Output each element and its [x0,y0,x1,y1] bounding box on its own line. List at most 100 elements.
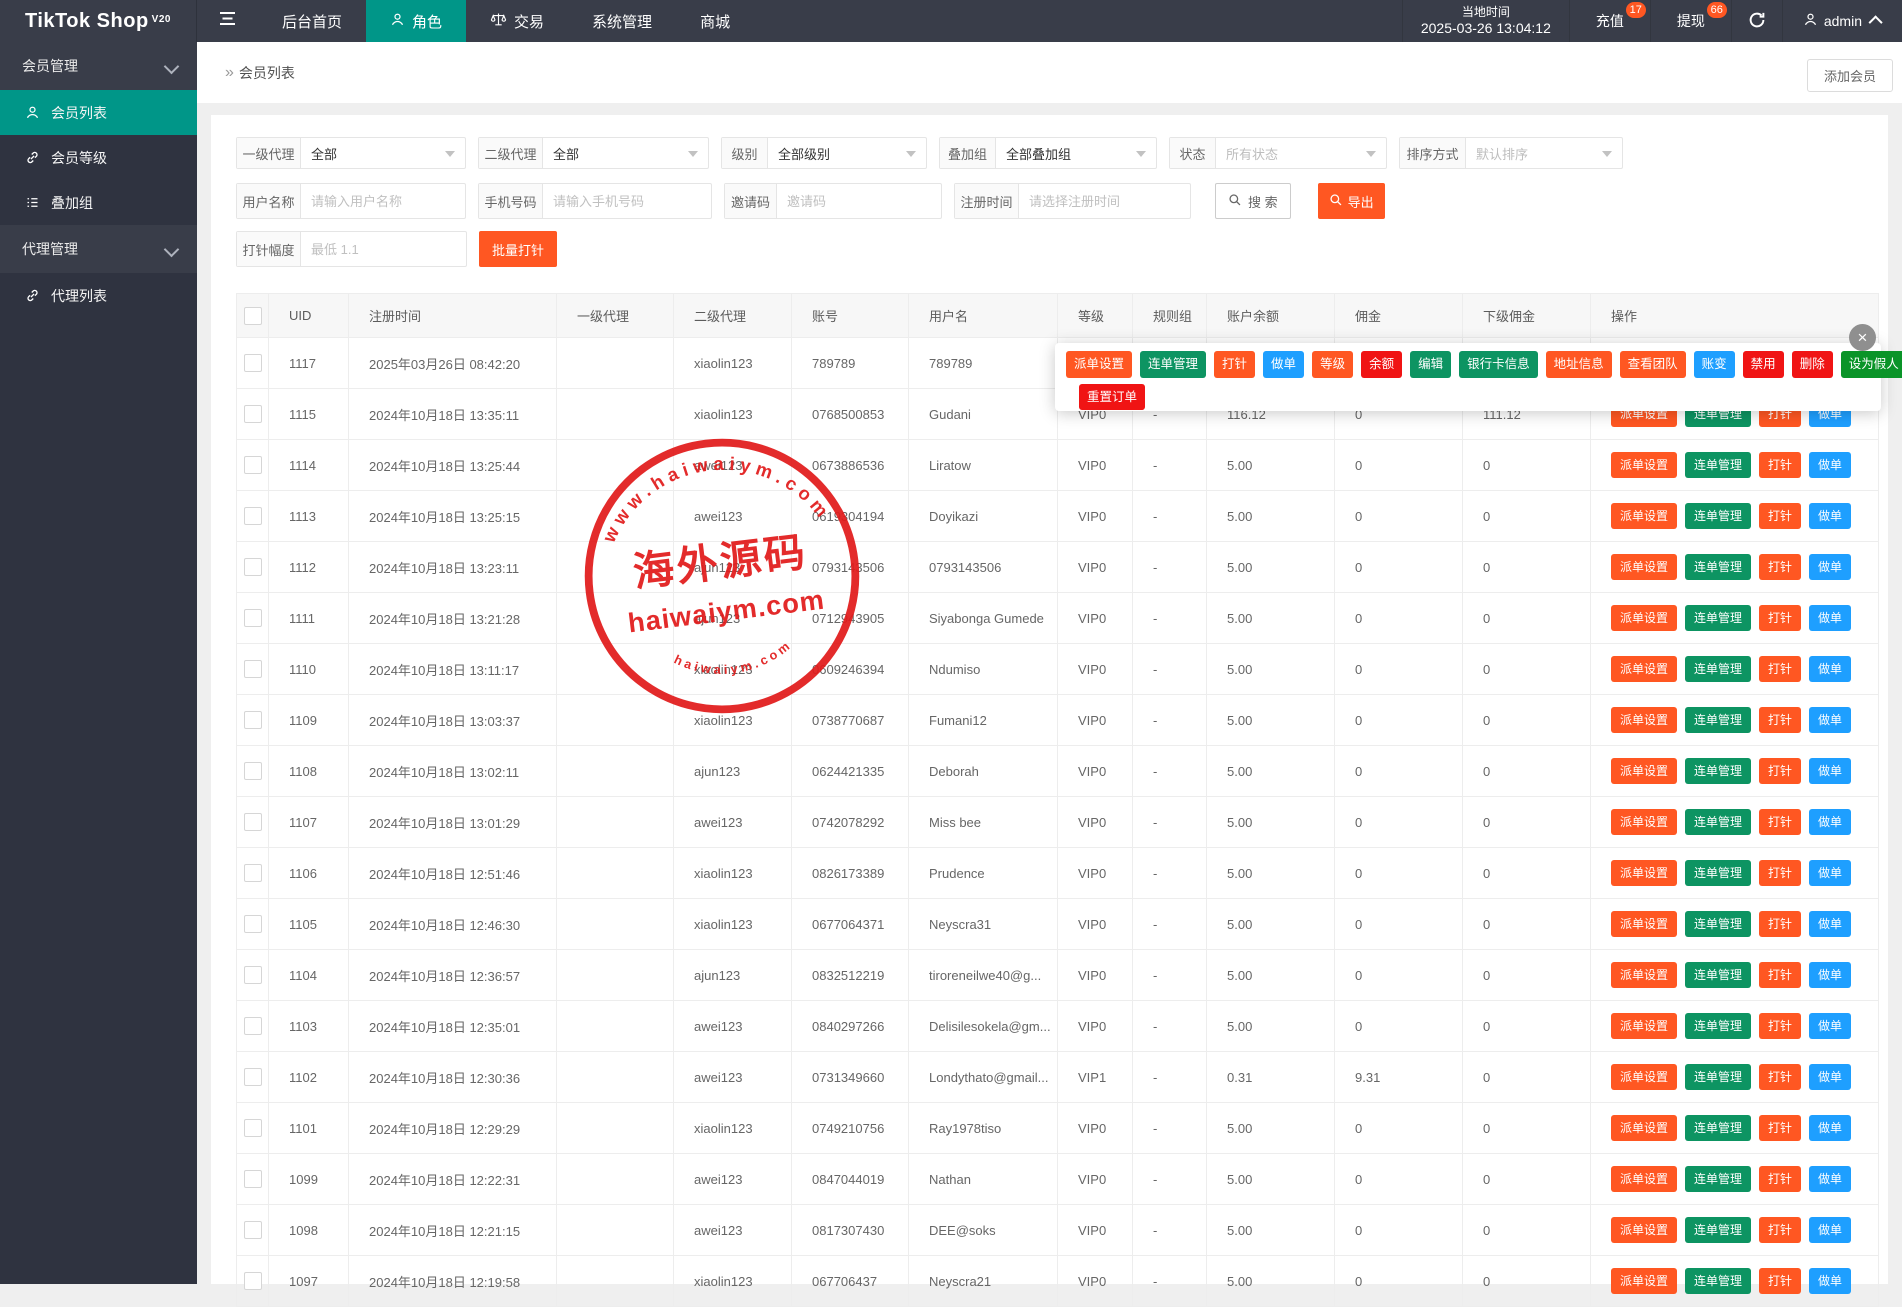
action-make-order-button[interactable]: 做单 [1809,452,1851,478]
action-dispatch-settings-button[interactable]: 派单设置 [1611,554,1677,580]
popup-balance-button[interactable]: 余额 [1361,351,1402,378]
action-chain-order-button[interactable]: 连单管理 [1685,1217,1751,1243]
action-dispatch-settings-button[interactable]: 派单设置 [1611,911,1677,937]
filter-input-field-2[interactable] [777,184,973,218]
action-chain-order-button[interactable]: 连单管理 [1685,758,1751,784]
action-inject-button[interactable]: 打针 [1759,503,1801,529]
action-inject-button[interactable]: 打针 [1759,860,1801,886]
action-make-order-button[interactable]: 做单 [1809,1115,1851,1141]
row-checkbox[interactable] [244,711,262,729]
action-dispatch-settings-button[interactable]: 派单设置 [1611,1013,1677,1039]
action-dispatch-settings-button[interactable]: 派单设置 [1611,656,1677,682]
action-dispatch-settings-button[interactable]: 派单设置 [1611,503,1677,529]
topnav-item-0[interactable]: 后台首页 [258,0,366,42]
user-menu[interactable]: admin [1782,0,1902,42]
action-inject-button[interactable]: 打针 [1759,554,1801,580]
sidebar-group-1[interactable]: 代理管理 [0,225,197,273]
action-make-order-button[interactable]: 做单 [1809,605,1851,631]
row-checkbox[interactable] [244,405,262,423]
action-inject-button[interactable]: 打针 [1759,911,1801,937]
row-checkbox[interactable] [244,558,262,576]
action-inject-button[interactable]: 打针 [1759,1064,1801,1090]
action-inject-button[interactable]: 打针 [1759,758,1801,784]
popup-dispatch-settings-button[interactable]: 派单设置 [1066,351,1132,378]
popup-edit-button[interactable]: 编辑 [1410,351,1451,378]
filter-input-field-3[interactable] [1019,184,1215,218]
action-chain-order-button[interactable]: 连单管理 [1685,1115,1751,1141]
filter-select-value[interactable]: 全部 [301,138,465,168]
row-checkbox[interactable] [244,507,262,525]
add-member-button[interactable]: 添加会员 [1807,59,1893,92]
row-checkbox[interactable] [244,354,262,372]
export-button[interactable]: 导出 [1318,183,1385,219]
filter-select-value[interactable]: 全部叠加组 [996,138,1156,168]
sidebar-item-1-0[interactable]: 代理列表 [0,273,197,318]
popup-bank-card-button[interactable]: 银行卡信息 [1459,351,1538,378]
action-dispatch-settings-button[interactable]: 派单设置 [1611,1268,1677,1294]
popup-delete-button[interactable]: 删除 [1792,351,1833,378]
action-inject-button[interactable]: 打针 [1759,962,1801,988]
filter-select-value[interactable]: 全部 [543,138,708,168]
filter-select-value[interactable]: 所有状态 [1216,138,1386,168]
action-dispatch-settings-button[interactable]: 派单设置 [1611,962,1677,988]
action-chain-order-button[interactable]: 连单管理 [1685,605,1751,631]
action-dispatch-settings-button[interactable]: 派单设置 [1611,1166,1677,1192]
action-make-order-button[interactable]: 做单 [1809,656,1851,682]
action-chain-order-button[interactable]: 连单管理 [1685,1013,1751,1039]
action-chain-order-button[interactable]: 连单管理 [1685,707,1751,733]
action-chain-order-button[interactable]: 连单管理 [1685,809,1751,835]
row-checkbox[interactable] [244,762,262,780]
popup-reset-order-button[interactable]: 重置订单 [1079,384,1145,411]
action-make-order-button[interactable]: 做单 [1809,860,1851,886]
action-dispatch-settings-button[interactable]: 派单设置 [1611,1217,1677,1243]
action-dispatch-settings-button[interactable]: 派单设置 [1611,860,1677,886]
action-chain-order-button[interactable]: 连单管理 [1685,1064,1751,1090]
sidebar-group-0[interactable]: 会员管理 [0,42,197,90]
action-dispatch-settings-button[interactable]: 派单设置 [1611,605,1677,631]
row-checkbox[interactable] [244,915,262,933]
action-inject-button[interactable]: 打针 [1759,1217,1801,1243]
row-checkbox[interactable] [244,1017,262,1035]
action-make-order-button[interactable]: 做单 [1809,503,1851,529]
action-chain-order-button[interactable]: 连单管理 [1685,656,1751,682]
action-dispatch-settings-button[interactable]: 派单设置 [1611,1064,1677,1090]
popup-account-change-button[interactable]: 账变 [1694,351,1735,378]
row-checkbox[interactable] [244,1119,262,1137]
row-checkbox[interactable] [244,966,262,984]
popup-inject-button[interactable]: 打针 [1214,351,1255,378]
action-chain-order-button[interactable]: 连单管理 [1685,1268,1751,1294]
action-make-order-button[interactable]: 做单 [1809,1268,1851,1294]
sidebar-item-0-0[interactable]: 会员列表 [0,90,197,135]
action-inject-button[interactable]: 打针 [1759,1013,1801,1039]
row-checkbox[interactable] [244,1272,262,1290]
sidebar-item-0-1[interactable]: 会员等级 [0,135,197,180]
row-checkbox[interactable] [244,813,262,831]
refresh-button[interactable] [1731,0,1782,42]
popup-disable-button[interactable]: 禁用 [1743,351,1784,378]
sidebar-toggle-button[interactable] [197,0,258,42]
row-checkbox[interactable] [244,456,262,474]
action-inject-button[interactable]: 打针 [1759,605,1801,631]
withdraw-button[interactable]: 提现 66 [1650,0,1731,42]
batch-inject-button[interactable]: 批量打针 [479,231,557,267]
action-chain-order-button[interactable]: 连单管理 [1685,911,1751,937]
filter-select-value[interactable]: 默认排序 [1466,138,1622,168]
action-inject-button[interactable]: 打针 [1759,707,1801,733]
action-chain-order-button[interactable]: 连单管理 [1685,554,1751,580]
popup-view-team-button[interactable]: 查看团队 [1620,351,1686,378]
action-chain-order-button[interactable]: 连单管理 [1685,1166,1751,1192]
action-inject-button[interactable]: 打针 [1759,656,1801,682]
sidebar-item-0-2[interactable]: 叠加组 [0,180,197,225]
row-checkbox[interactable] [244,1221,262,1239]
action-make-order-button[interactable]: 做单 [1809,1064,1851,1090]
action-chain-order-button[interactable]: 连单管理 [1685,860,1751,886]
action-make-order-button[interactable]: 做单 [1809,1217,1851,1243]
action-inject-button[interactable]: 打针 [1759,1115,1801,1141]
action-dispatch-settings-button[interactable]: 派单设置 [1611,1115,1677,1141]
row-checkbox[interactable] [244,1068,262,1086]
row-checkbox[interactable] [244,1170,262,1188]
popup-address-button[interactable]: 地址信息 [1546,351,1612,378]
search-button[interactable]: 搜 索 [1215,183,1291,219]
action-make-order-button[interactable]: 做单 [1809,758,1851,784]
popup-close-button[interactable]: × [1849,324,1876,351]
